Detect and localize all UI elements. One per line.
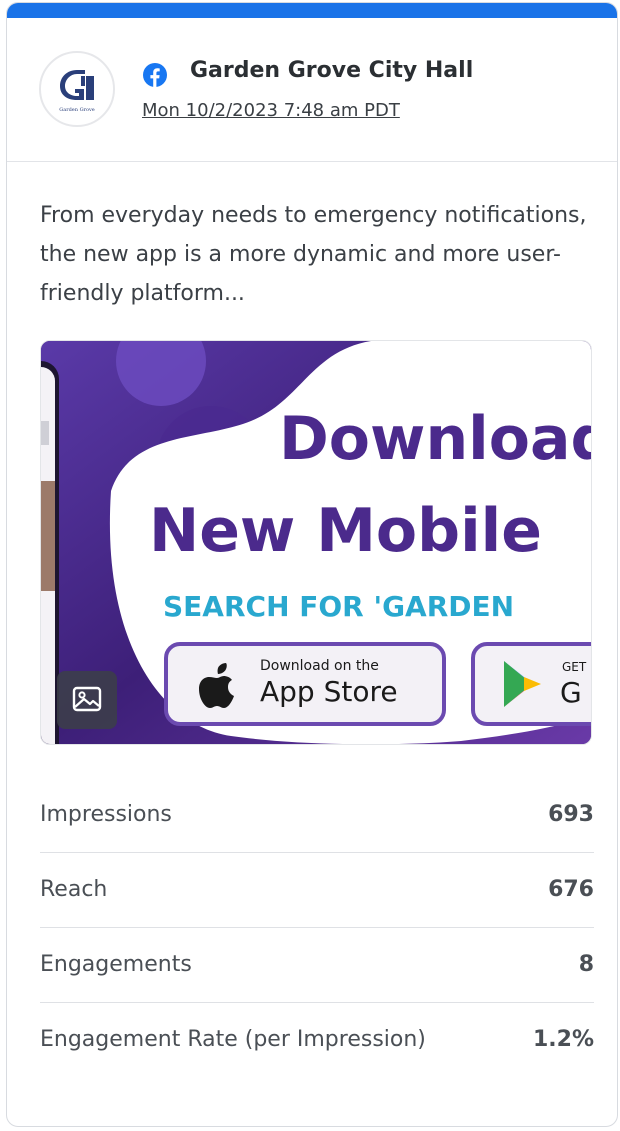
metrics-list: Impressions 693 Reach 676 Engagements 8 …	[40, 778, 594, 1077]
post-date-link[interactable]: Mon 10/2/2023 7:48 am PDT	[142, 100, 400, 121]
accent-bar	[7, 3, 617, 18]
metric-value: 1.2%	[532, 1027, 594, 1052]
image-icon	[72, 686, 102, 712]
avatar-logo-text: Garden Grove	[59, 107, 95, 113]
garden-grove-logo-icon: Garden Grove	[59, 70, 95, 113]
banner-headline-line2: New Mobile	[149, 496, 542, 566]
metric-value: 676	[548, 877, 594, 902]
metric-label: Engagements	[40, 952, 192, 977]
metric-label: Engagement Rate (per Impression)	[40, 1027, 426, 1052]
metric-row-reach: Reach 676	[40, 853, 594, 928]
image-icon-button[interactable]	[57, 671, 117, 729]
metric-label: Impressions	[40, 802, 172, 827]
avatar[interactable]: Garden Grove	[39, 51, 115, 127]
metric-row-engagement-rate: Engagement Rate (per Impression) 1.2%	[40, 1003, 594, 1077]
play-big-label: G	[560, 676, 582, 709]
banner-subline: SEARCH FOR 'GARDEN	[163, 590, 514, 623]
metric-row-engagements: Engagements 8	[40, 928, 594, 1003]
metric-value: 8	[578, 952, 594, 977]
appstore-small-label: Download on the	[260, 658, 379, 674]
post-card: Garden Grove Garden Grove City Hall Mon …	[6, 2, 618, 1127]
post-header: Garden Grove Garden Grove City Hall Mon …	[7, 18, 617, 162]
appstore-big-label: App Store	[260, 675, 398, 708]
app-download-banner: Download New Mobile SEARCH FOR 'GARDEN D…	[41, 341, 592, 744]
metric-row-impressions: Impressions 693	[40, 778, 594, 853]
post-text: From everyday needs to emergency notific…	[40, 203, 587, 306]
account-name[interactable]: Garden Grove City Hall	[190, 58, 473, 83]
play-small-label: GET	[562, 660, 587, 674]
post-image[interactable]: Download New Mobile SEARCH FOR 'GARDEN D…	[40, 340, 592, 745]
metric-label: Reach	[40, 877, 108, 902]
banner-headline-line1: Download	[279, 404, 592, 474]
metric-value: 693	[548, 802, 594, 827]
facebook-icon	[143, 63, 167, 87]
